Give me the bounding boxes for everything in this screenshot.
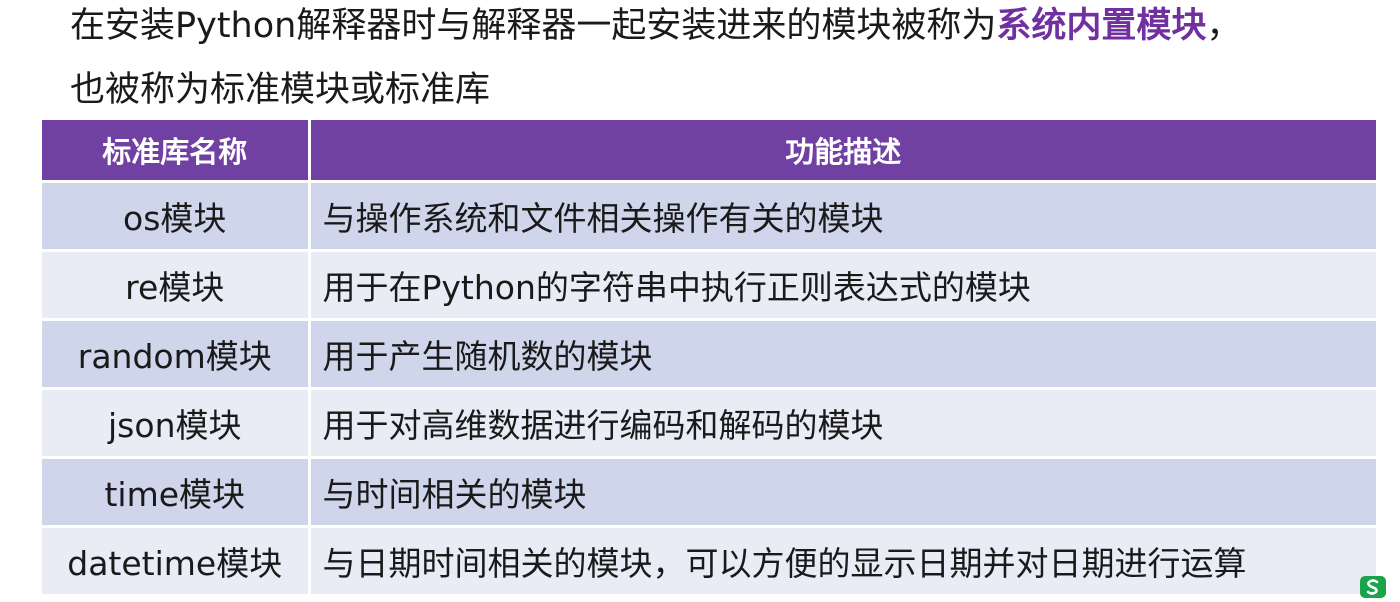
header-desc: 功能描述 [307, 120, 1376, 183]
module-desc: 用于产生随机数的模块 [307, 319, 1376, 390]
module-desc: 与时间相关的模块 [307, 457, 1376, 528]
table-row: re模块 用于在Python的字符串中执行正则表达式的模块 [42, 250, 1376, 321]
module-name: datetime模块 [42, 526, 309, 597]
module-name: time模块 [42, 457, 309, 528]
intro-line-1: 在安装Python解释器时与解释器一起安装进来的模块被称为系统内置模块， [70, 2, 1241, 50]
intro-line-1-after: ， [1206, 6, 1242, 46]
table-row: json模块 用于对高维数据进行编码和解码的模块 [42, 388, 1376, 459]
table-header-row: 标准库名称 功能描述 [42, 120, 1376, 183]
table-row: time模块 与时间相关的模块 [42, 457, 1376, 528]
intro-line-2: 也被称为标准模块或标准库 [70, 70, 491, 110]
module-name: json模块 [42, 388, 309, 459]
s-logo-icon-glyph [1366, 579, 1379, 595]
module-name: random模块 [42, 319, 309, 390]
module-desc: 用于在Python的字符串中执行正则表达式的模块 [307, 250, 1376, 321]
module-name: os模块 [42, 181, 309, 252]
module-desc: 用于对高维数据进行编码和解码的模块 [307, 388, 1376, 459]
module-desc: 与日期时间相关的模块，可以方便的显示日期并对日期进行运算 [307, 526, 1376, 597]
intro-highlight: 系统内置模块 [996, 6, 1207, 46]
slide: 在安装Python解释器时与解释器一起安装进来的模块被称为系统内置模块， 也被称… [0, 0, 1400, 602]
table-row: os模块 与操作系统和文件相关操作有关的模块 [42, 181, 1376, 252]
table-row: random模块 用于产生随机数的模块 [42, 319, 1376, 390]
module-name: re模块 [42, 250, 309, 321]
standard-library-table: 标准库名称 功能描述 os模块 与操作系统和文件相关操作有关的模块 re模块 用… [42, 120, 1376, 597]
intro-line-1-before: 在安装Python解释器时与解释器一起安装进来的模块被称为 [70, 6, 997, 46]
s-logo-icon[interactable] [1360, 576, 1386, 598]
module-desc: 与操作系统和文件相关操作有关的模块 [307, 181, 1376, 252]
table-row: datetime模块 与日期时间相关的模块，可以方便的显示日期并对日期进行运算 [42, 526, 1376, 597]
header-name: 标准库名称 [42, 120, 309, 183]
